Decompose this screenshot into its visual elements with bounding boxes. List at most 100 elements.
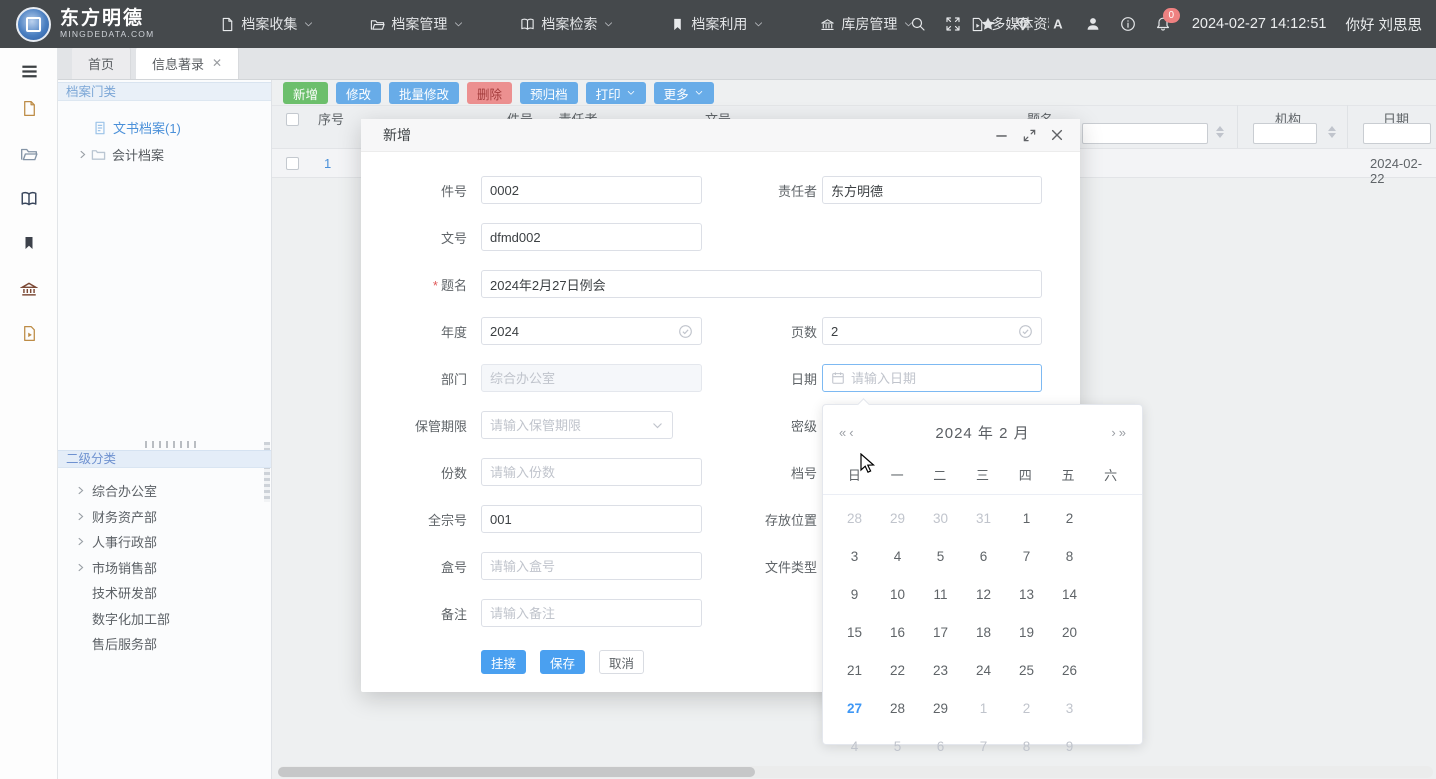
calendar-day[interactable]: 16 xyxy=(876,613,919,651)
calendar-day[interactable]: 25 xyxy=(1005,651,1048,689)
rail-file-icon[interactable] xyxy=(0,100,58,117)
calendar-day[interactable]: 3 xyxy=(833,537,876,575)
toolbar-button-5[interactable]: 打印 xyxy=(586,82,646,104)
info-icon[interactable] xyxy=(1120,16,1136,32)
chevron-right-icon[interactable] xyxy=(72,562,88,573)
calendar-day[interactable]: 6 xyxy=(919,727,962,765)
select-all-checkbox[interactable] xyxy=(286,113,299,126)
toolbar-button-2[interactable]: 批量修改 xyxy=(389,82,459,104)
user-icon[interactable] xyxy=(1085,16,1101,32)
cancel-button[interactable]: 取消 xyxy=(599,650,644,674)
calendar-day[interactable]: 2 xyxy=(1048,499,1091,537)
calendar-day[interactable]: 18 xyxy=(962,613,1005,651)
toolbar-button-6[interactable]: 更多 xyxy=(654,82,714,104)
calendar-day[interactable]: 23 xyxy=(919,651,962,689)
item-no-input[interactable] xyxy=(490,183,693,198)
calendar-day[interactable]: 26 xyxy=(1048,651,1091,689)
calendar-day[interactable]: 15 xyxy=(833,613,876,651)
calendar-day[interactable]: 4 xyxy=(876,537,919,575)
next-year-icon[interactable]: » xyxy=(1119,425,1126,440)
author-input[interactable] xyxy=(831,183,1033,198)
tab-home[interactable]: 首页 xyxy=(72,47,131,79)
calendar-day[interactable]: 12 xyxy=(962,575,1005,613)
rail-media-icon[interactable] xyxy=(0,325,58,342)
calendar-day[interactable]: 19 xyxy=(1005,613,1048,651)
calendar-day[interactable]: 20 xyxy=(1048,613,1091,651)
copies-input[interactable] xyxy=(490,465,693,480)
calendar-day[interactable]: 5 xyxy=(876,727,919,765)
doc-no-input[interactable] xyxy=(490,230,693,245)
chevron-right-icon[interactable] xyxy=(72,536,88,547)
calendar-day[interactable]: 9 xyxy=(833,575,876,613)
category-item-2[interactable]: 人事行政部 xyxy=(58,529,271,555)
nav-menu-item-0[interactable]: 档案收集 xyxy=(192,0,342,48)
category-item-1[interactable]: 财务资产部 xyxy=(58,504,271,530)
calendar-day[interactable]: 14 xyxy=(1048,575,1091,613)
tab-info-entry[interactable]: 信息著录 ✕ xyxy=(136,47,239,79)
calendar-day[interactable]: 28 xyxy=(833,499,876,537)
close-icon[interactable] xyxy=(1050,128,1064,142)
calendar-day[interactable]: 13 xyxy=(1005,575,1048,613)
tree-item-document-archive[interactable]: 文书档案(1) xyxy=(58,114,271,141)
title-filter-input[interactable] xyxy=(1082,123,1208,144)
category-item-4[interactable]: 技术研发部 xyxy=(58,580,271,606)
toolbar-button-1[interactable]: 修改 xyxy=(336,82,381,104)
calendar-day-today[interactable]: 27 xyxy=(833,689,876,727)
attach-button[interactable]: 挂接 xyxy=(481,650,526,674)
tab-close-icon[interactable]: ✕ xyxy=(212,57,222,69)
calendar-day[interactable]: 4 xyxy=(833,727,876,765)
rail-folder-icon[interactable] xyxy=(0,145,58,163)
date-input[interactable] xyxy=(851,371,1033,386)
calendar-day[interactable]: 30 xyxy=(919,499,962,537)
toolbar-button-0[interactable]: 新增 xyxy=(283,82,328,104)
calendar-day[interactable]: 21 xyxy=(833,651,876,689)
nav-menu-item-3[interactable]: 档案利用 xyxy=(642,0,792,48)
nav-menu-item-2[interactable]: 档案检索 xyxy=(492,0,642,48)
picker-month-title[interactable]: 2024 年 2 月 xyxy=(854,422,1112,443)
calendar-day[interactable]: 22 xyxy=(876,651,919,689)
calendar-day[interactable]: 11 xyxy=(919,575,962,613)
toolbar-button-3[interactable]: 删除 xyxy=(467,82,512,104)
bell-icon[interactable]: 0 xyxy=(1155,16,1171,32)
save-button[interactable]: 保存 xyxy=(540,650,585,674)
calendar-day[interactable]: 1 xyxy=(962,689,1005,727)
font-icon[interactable]: A xyxy=(1050,16,1066,32)
box-no-input[interactable] xyxy=(490,559,693,574)
horizontal-scrollbar[interactable] xyxy=(278,766,1433,778)
calendar-day[interactable]: 1 xyxy=(1005,499,1048,537)
calendar-day[interactable]: 7 xyxy=(962,727,1005,765)
rail-bookmark-icon[interactable] xyxy=(0,235,58,251)
calendar-day[interactable]: 31 xyxy=(962,499,1005,537)
rail-bank-icon[interactable] xyxy=(0,280,58,298)
calendar-day[interactable]: 8 xyxy=(1005,727,1048,765)
nav-menu-item-1[interactable]: 档案管理 xyxy=(342,0,492,48)
org-filter-input[interactable] xyxy=(1253,123,1317,144)
calendar-day[interactable]: 17 xyxy=(919,613,962,651)
calendar-day[interactable]: 29 xyxy=(876,499,919,537)
minimize-icon[interactable] xyxy=(994,128,1009,143)
next-month-icon[interactable]: › xyxy=(1111,425,1115,440)
calendar-day[interactable]: 8 xyxy=(1048,537,1091,575)
pages-input[interactable] xyxy=(831,324,1012,339)
calendar-day[interactable]: 5 xyxy=(919,537,962,575)
calendar-day[interactable]: 24 xyxy=(962,651,1005,689)
chevron-right-icon[interactable] xyxy=(72,511,88,522)
remark-input[interactable] xyxy=(490,606,693,621)
menu-toggle-icon[interactable] xyxy=(0,62,58,81)
calendar-day[interactable]: 7 xyxy=(1005,537,1048,575)
calendar-day[interactable]: 28 xyxy=(876,689,919,727)
rail-book-icon[interactable] xyxy=(0,190,58,208)
year-input[interactable] xyxy=(490,324,672,339)
star-icon[interactable] xyxy=(980,16,996,32)
toolbar-button-4[interactable]: 预归档 xyxy=(520,82,578,104)
calendar-day[interactable]: 9 xyxy=(1048,727,1091,765)
calendar-day[interactable]: 3 xyxy=(1048,689,1091,727)
row-checkbox[interactable] xyxy=(286,157,299,170)
scrollbar-thumb[interactable] xyxy=(278,767,755,777)
search-icon[interactable] xyxy=(910,16,926,32)
date-filter-input[interactable] xyxy=(1363,123,1431,144)
title-sort-icon[interactable] xyxy=(1216,126,1224,138)
fonds-no-input[interactable] xyxy=(490,512,693,527)
maximize-icon[interactable] xyxy=(1022,128,1037,143)
category-item-3[interactable]: 市场销售部 xyxy=(58,555,271,581)
